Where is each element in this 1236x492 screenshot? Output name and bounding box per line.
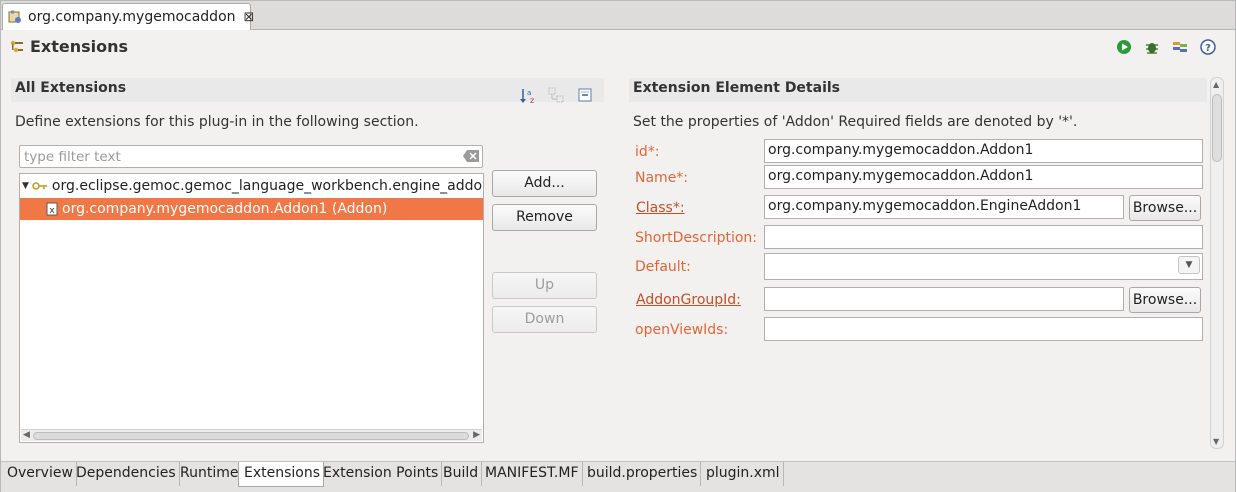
id-field[interactable]: org.company.mygemocaddon.Addon1 (764, 139, 1203, 163)
export-icon[interactable] (1172, 39, 1188, 55)
remove-button[interactable]: Remove (492, 204, 597, 231)
help-icon[interactable]: ? (1200, 39, 1216, 55)
tab-build[interactable]: Build (438, 462, 483, 486)
addon-group-id-field[interactable] (764, 287, 1124, 311)
show-hierarchy-icon[interactable] (548, 87, 564, 103)
open-view-ids-label: openViewIds: (635, 322, 729, 338)
filter-input[interactable] (20, 146, 450, 167)
tab-overview[interactable]: Overview (2, 462, 77, 486)
filter-box[interactable] (19, 145, 483, 168)
extensions-icon (10, 40, 24, 54)
details-title: Extension Element Details (633, 80, 840, 96)
tab-plugin-xml[interactable]: plugin.xml (701, 462, 784, 486)
extensions-tree[interactable]: ▼ org.eclipse.gemoc.gemoc_language_workb… (19, 173, 484, 443)
short-description-label: ShortDescription: (635, 230, 758, 246)
tab-runtime[interactable]: Runtime (175, 462, 243, 486)
default-label: Default: (635, 259, 691, 275)
all-extensions-header: All Extensions (11, 78, 604, 102)
svg-text:?: ? (1205, 43, 1211, 54)
default-combo[interactable]: ▼ (764, 253, 1203, 280)
scroll-left-icon[interactable]: ◀ (23, 430, 30, 440)
expand-toggle-icon[interactable]: ▼ (22, 181, 29, 191)
tab-extensions[interactable]: Extensions (238, 462, 325, 487)
scroll-right-icon[interactable]: ▶ (473, 430, 480, 440)
svg-text:z: z (530, 96, 534, 105)
tree-item-extension[interactable]: ▼ org.eclipse.gemoc.gemoc_language_workb… (20, 175, 483, 197)
all-extensions-title: All Extensions (15, 80, 127, 96)
scrollbar-thumb[interactable] (1212, 94, 1222, 162)
tab-build-properties[interactable]: build.properties (582, 462, 702, 486)
up-button[interactable]: Up (492, 272, 597, 299)
editor-tab-label: org.company.mygemocaddon (28, 9, 236, 25)
details-header: Extension Element Details (629, 78, 1207, 102)
name-label: Name*: (635, 170, 689, 186)
page-title: Extensions (30, 37, 129, 56)
addon-group-id-link[interactable]: AddonGroupId: (636, 292, 741, 308)
form-header: Extensions ? (1, 31, 1235, 63)
plugin-icon (8, 10, 22, 24)
tab-dependencies[interactable]: Dependencies (71, 462, 180, 486)
all-extensions-description: Define extensions for this plug-in in th… (15, 114, 419, 130)
tab-manifest[interactable]: MANIFEST.MF (480, 462, 583, 486)
scroll-down-icon[interactable]: ▼ (1213, 437, 1219, 446)
add-button[interactable]: Add... (492, 170, 597, 197)
element-icon: x (46, 202, 58, 216)
collapse-all-icon[interactable] (578, 88, 592, 102)
editor-tab-bar: org.company.mygemocaddon ⊠ (1, 1, 1235, 30)
tab-extension-points[interactable]: Extension Points (318, 462, 443, 486)
details-description: Set the properties of 'Addon' Required f… (633, 114, 1078, 130)
class-browse-button[interactable]: Browse... (1129, 195, 1201, 221)
open-view-ids-field[interactable] (764, 317, 1203, 341)
class-field[interactable]: org.company.mygemocaddon.EngineAddon1 (764, 195, 1124, 219)
tree-item-label: org.company.mygemocaddon.Addon1 (Addon) (62, 201, 388, 217)
tree-item-label: org.eclipse.gemoc.gemoc_language_workben… (51, 178, 484, 194)
sort-alphabetical-icon[interactable]: az (520, 87, 538, 105)
vertical-scrollbar[interactable]: ▲ ▼ (1210, 77, 1224, 449)
scroll-up-icon[interactable]: ▲ (1213, 80, 1219, 89)
scrollbar-thumb[interactable] (33, 432, 469, 440)
horizontal-scrollbar[interactable]: ◀ ▶ (21, 429, 482, 441)
clear-filter-icon[interactable] (463, 150, 479, 162)
short-description-field[interactable] (764, 225, 1203, 249)
run-icon[interactable] (1116, 39, 1132, 55)
form-page-tabs: Overview Dependencies Runtime Extensions… (1, 461, 1235, 492)
svg-text:x: x (49, 206, 55, 216)
tree-item-addon[interactable]: x org.company.mygemocaddon.Addon1 (Addon… (20, 198, 483, 220)
extension-point-icon (32, 179, 48, 193)
chevron-down-icon[interactable]: ▼ (1178, 256, 1200, 274)
debug-icon[interactable] (1144, 39, 1160, 55)
id-label: id*: (635, 144, 660, 160)
name-field[interactable]: org.company.mygemocaddon.Addon1 (764, 165, 1203, 189)
close-icon[interactable]: ⊠ (244, 11, 255, 24)
down-button[interactable]: Down (492, 306, 597, 333)
plugin-manifest-editor: org.company.mygemocaddon ⊠ Extensions ? (0, 0, 1236, 492)
class-link[interactable]: Class*: (636, 200, 685, 216)
editor-tab[interactable]: org.company.mygemocaddon ⊠ (2, 3, 254, 30)
addon-group-id-browse-button[interactable]: Browse... (1129, 287, 1201, 313)
